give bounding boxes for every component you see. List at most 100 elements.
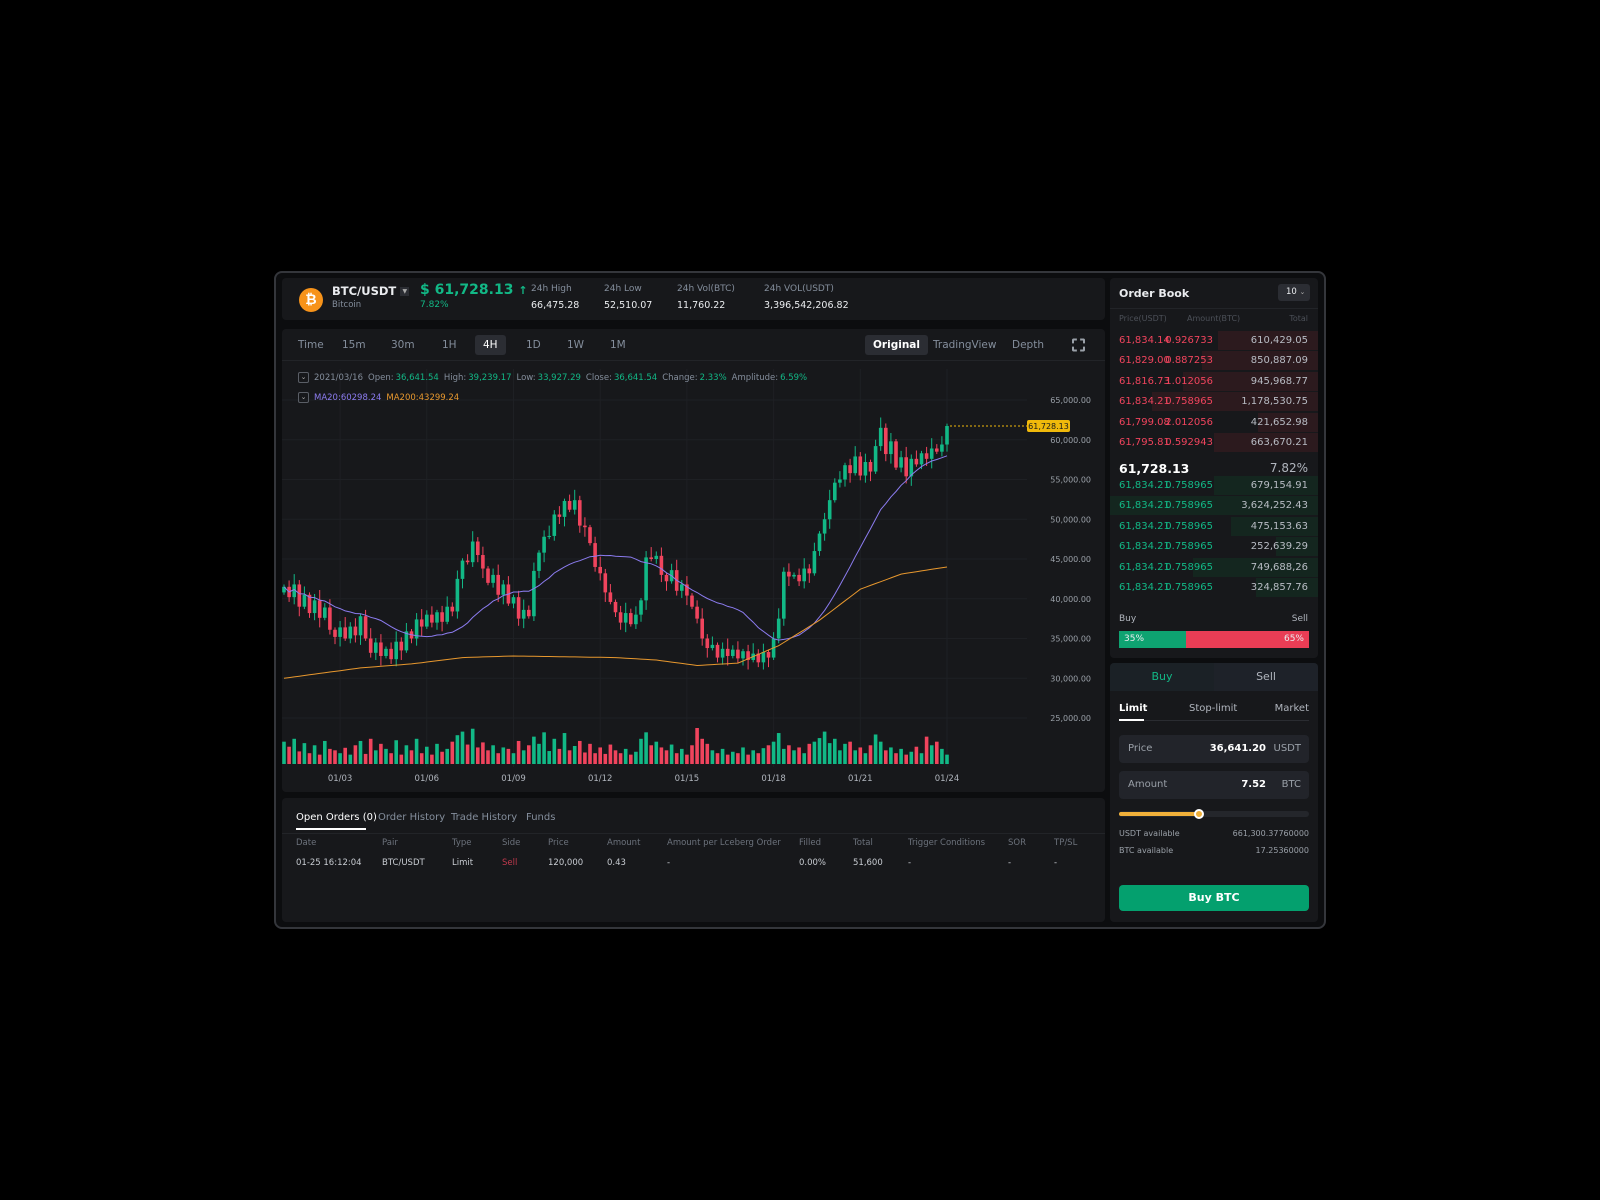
volume-bar — [614, 750, 618, 764]
interval-1h[interactable]: 1H — [442, 339, 457, 351]
candle-body — [690, 596, 694, 607]
view-original[interactable]: Original — [865, 335, 928, 355]
candle-body — [553, 514, 557, 535]
candle-body — [609, 592, 613, 602]
volume-bar — [532, 737, 536, 764]
amplitude-label: Amplitude: — [732, 373, 778, 383]
row-total: 945,968.77 — [1251, 376, 1308, 387]
candle-body — [833, 483, 837, 500]
volume-bar — [782, 749, 786, 764]
volume-bar — [823, 732, 827, 764]
order-type-market[interactable]: Market — [1275, 703, 1309, 714]
divider — [1110, 308, 1318, 309]
interval-1m[interactable]: 1M — [610, 339, 626, 351]
candle-body — [313, 600, 317, 613]
volume-bar — [690, 745, 694, 764]
collapse-icon[interactable]: ⌄ — [298, 372, 309, 383]
volume-bar — [374, 750, 378, 764]
order-cell: - — [1008, 858, 1011, 868]
interval-15m[interactable]: 15m — [342, 339, 366, 351]
volume-bar — [512, 753, 516, 764]
candle-body — [945, 426, 949, 445]
order-type-stop-limit[interactable]: Stop-limit — [1189, 703, 1237, 714]
row-amount: 0.592943 — [1165, 437, 1213, 448]
bid-row[interactable]: 61,834.21 0.758965 252,639.29 — [1110, 537, 1318, 557]
volume-bar — [736, 753, 740, 764]
ask-row[interactable]: 61,795.81 0.592943 663,670.21 — [1110, 433, 1318, 453]
bid-row[interactable]: 61,834.21 0.758965 749,688,26 — [1110, 558, 1318, 578]
x-tick-label: 01/12 — [588, 774, 613, 784]
candle-body — [879, 428, 883, 446]
candle-body — [517, 597, 521, 618]
tab-open-orders[interactable]: Open Orders (0) — [296, 812, 377, 823]
candle-body — [777, 619, 781, 639]
stat-value: 52,510.07 — [604, 300, 652, 311]
ask-row[interactable]: 61,834.14 0.926733 610,429.05 — [1110, 331, 1318, 351]
interval-30m[interactable]: 30m — [391, 339, 415, 351]
volume-bar — [583, 752, 587, 764]
y-tick-label: 40,000.00 — [1050, 595, 1091, 604]
tab-trade-history[interactable]: Trade History — [451, 812, 517, 823]
volume-bar — [874, 734, 878, 764]
volume-bar — [751, 750, 755, 764]
volume-bar — [706, 744, 710, 764]
column-amount: Amount(BTC) — [1187, 314, 1240, 323]
slider-handle[interactable] — [1194, 809, 1204, 819]
volume-bar — [323, 741, 327, 764]
candle-body — [532, 571, 536, 616]
tab-funds[interactable]: Funds — [526, 812, 555, 823]
view-tradingview[interactable]: TradingView — [933, 339, 996, 351]
column-header: Type — [452, 838, 472, 848]
amount-slider[interactable] — [1119, 811, 1309, 817]
tab-buy[interactable]: Buy — [1110, 663, 1214, 691]
order-type-limit[interactable]: Limit — [1119, 703, 1147, 714]
candle-body — [379, 642, 383, 656]
volume-bar — [537, 744, 541, 764]
fullscreen-icon[interactable] — [1072, 339, 1085, 352]
volume-bar — [716, 753, 720, 764]
volume-bar — [945, 755, 949, 764]
row-amount: 0.926733 — [1165, 335, 1213, 346]
candle-body — [537, 553, 541, 571]
bid-row[interactable]: 61,834.21 0.758965 679,154.91 — [1110, 476, 1318, 496]
volume-bar — [772, 742, 776, 764]
ask-row[interactable]: 61,799.08 2.012056 421,652.98 — [1110, 413, 1318, 433]
collapse-icon[interactable]: ⌄ — [298, 392, 309, 403]
view-depth[interactable]: Depth — [1012, 339, 1044, 351]
row-price: 61,829.00 — [1119, 355, 1170, 366]
bid-row[interactable]: 61,834.21 0.758965 475,153.63 — [1110, 517, 1318, 537]
high-label: High: — [444, 373, 466, 383]
depth-select[interactable]: 10 ⌄ — [1278, 284, 1310, 301]
tab-sell[interactable]: Sell — [1214, 663, 1318, 691]
current-price-label: 61,728.13 — [1028, 422, 1069, 431]
ask-row[interactable]: 61,816.73 1.012056 945,968.77 — [1110, 372, 1318, 392]
candle-body — [598, 567, 602, 573]
volume-bar — [726, 755, 730, 764]
ask-row[interactable]: 61,829.00 0.887253 850,887.09 — [1110, 351, 1318, 371]
interval-1w[interactable]: 1W — [567, 339, 584, 351]
buy-btc-button[interactable]: Buy BTC — [1119, 885, 1309, 911]
price-input[interactable]: Price 36,641.20 USDT — [1119, 735, 1309, 763]
y-tick-label: 60,000.00 — [1050, 436, 1091, 445]
candle-body — [644, 557, 648, 600]
y-tick-label: 35,000.00 — [1050, 635, 1091, 644]
row-total: 3,624,252.43 — [1241, 500, 1308, 511]
volume-bar — [904, 755, 908, 764]
ask-row[interactable]: 61,834.21 0.758965 1,178,530.75 — [1110, 392, 1318, 412]
x-tick-label: 01/09 — [501, 774, 526, 784]
volume-bar — [741, 747, 745, 764]
interval-4h[interactable]: 4H — [475, 335, 506, 355]
candle-body — [522, 610, 526, 619]
volume-bar — [410, 750, 414, 764]
tab-order-history[interactable]: Order History — [378, 812, 445, 823]
bid-row[interactable]: 61,834.21 0.758965 324,857.76 — [1110, 578, 1318, 598]
candle-body — [491, 575, 495, 583]
pair-selector[interactable]: BTC/USDT ▼ — [332, 284, 409, 298]
amount-input[interactable]: Amount 7.52 BTC — [1119, 771, 1309, 799]
interval-1d[interactable]: 1D — [526, 339, 541, 351]
volume-bar — [894, 753, 898, 764]
bid-row[interactable]: 61,834.21 0.758965 3,624,252.43 — [1110, 496, 1318, 516]
volume-bar — [869, 745, 873, 764]
volume-bar — [859, 747, 863, 764]
candle-body — [665, 575, 669, 581]
